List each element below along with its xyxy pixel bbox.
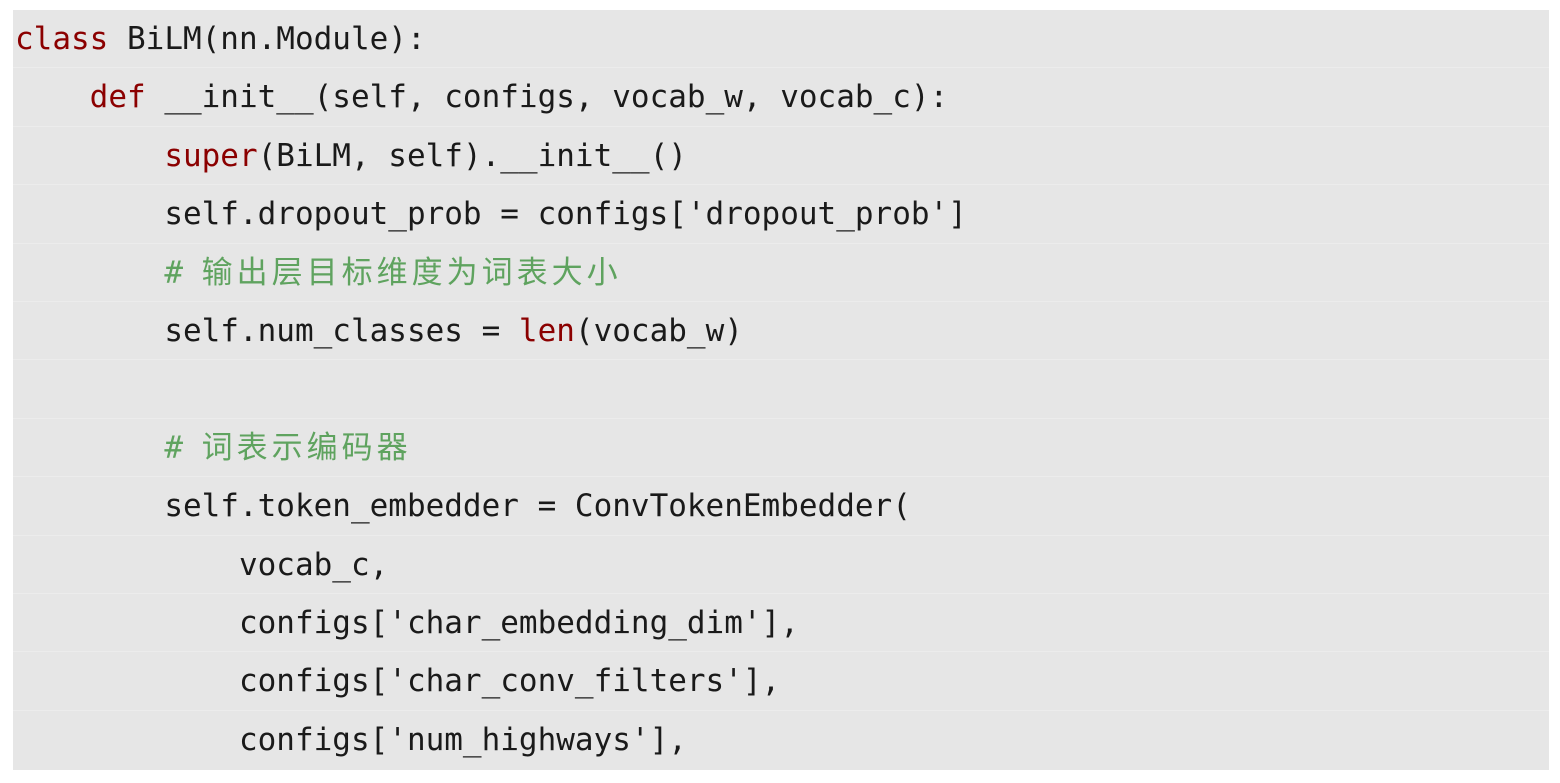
code-line-6: self.num_classes = len(vocab_w) <box>13 302 1549 361</box>
code-text: vocab_c, <box>238 546 389 583</box>
code-line-12: configs['char_conv_filters'], <box>13 652 1549 711</box>
keyword-def: def <box>89 79 146 116</box>
code-text: __init__(self, configs, vocab_w, vocab_c… <box>145 79 949 116</box>
code-text: self.dropout_prob = configs['dropout_pro… <box>164 196 967 233</box>
code-text: self.num_classes = <box>164 312 519 349</box>
code-text: BiLM(nn.Module): <box>108 21 426 57</box>
comment-hash: # <box>164 254 202 291</box>
code-text: (vocab_w) <box>574 312 743 349</box>
builtin-len: len <box>518 312 575 349</box>
code-text: configs['char_embedding_dim'], <box>238 604 799 641</box>
code-text: self.token_embedder = ConvTokenEmbedder( <box>164 488 911 525</box>
code-block: class BiLM(nn.Module): def __init__(self… <box>13 10 1549 770</box>
comment-text: 输出层目标维度为词表大小 <box>201 254 622 291</box>
code-line-1: class BiLM(nn.Module): <box>13 10 1549 69</box>
code-line-11: configs['char_embedding_dim'], <box>13 594 1549 653</box>
code-line-4: self.dropout_prob = configs['dropout_pro… <box>13 185 1549 244</box>
comment-hash: # <box>164 429 202 466</box>
code-text: configs['char_conv_filters'], <box>238 663 781 700</box>
code-line-10: vocab_c, <box>13 536 1549 594</box>
code-line-5: # 输出层目标维度为词表大小 <box>13 244 1549 302</box>
code-line-2: def __init__(self, configs, vocab_w, voc… <box>13 68 1549 127</box>
code-line-8: # 词表示编码器 <box>13 419 1549 478</box>
builtin-super: super <box>164 137 258 174</box>
code-text: configs['num_highways'], <box>238 721 687 758</box>
code-line-9: self.token_embedder = ConvTokenEmbedder( <box>13 477 1549 536</box>
comment-text: 词表示编码器 <box>201 429 412 466</box>
code-line-13: configs['num_highways'], <box>13 711 1549 769</box>
code-line-7-blank <box>13 360 1549 419</box>
keyword-class: class <box>15 21 109 57</box>
code-text: (BiLM, self).__init__() <box>257 137 687 174</box>
code-line-3: super(BiLM, self).__init__() <box>13 127 1549 186</box>
